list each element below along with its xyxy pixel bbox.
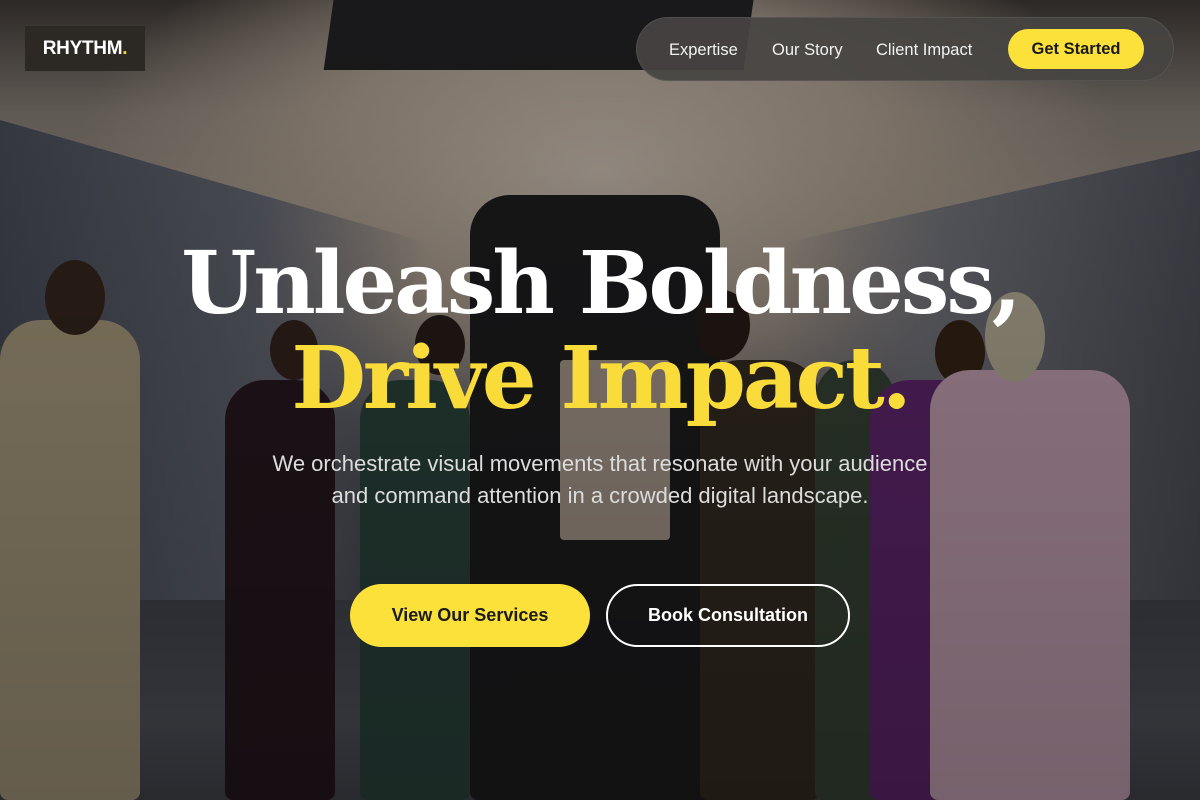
get-started-button[interactable]: Get Started (1008, 29, 1144, 69)
brand-dot: . (122, 37, 128, 59)
headline-line-2: Drive Impact. (291, 328, 911, 429)
brand-name: RHYTHM (42, 37, 123, 59)
hero-subtitle: We orchestrate visual movements that res… (272, 451, 928, 508)
view-services-button[interactable]: View Our Services (350, 584, 590, 647)
top-navigation: Expertise Our Story Client Impact Get St… (636, 17, 1174, 81)
book-consultation-button[interactable]: Book Consultation (606, 584, 850, 647)
hero-headline: Unleash Boldness, Drive Impact. (0, 236, 1200, 426)
nav-link-client-impact[interactable]: Client Impact (876, 18, 972, 82)
headline-line-1: Unleash Boldness, (181, 233, 1021, 334)
nav-link-our-story[interactable]: Our Story (772, 18, 843, 82)
brand-logo[interactable]: RHYTHM. (25, 26, 145, 71)
nav-link-expertise[interactable]: Expertise (669, 18, 738, 82)
